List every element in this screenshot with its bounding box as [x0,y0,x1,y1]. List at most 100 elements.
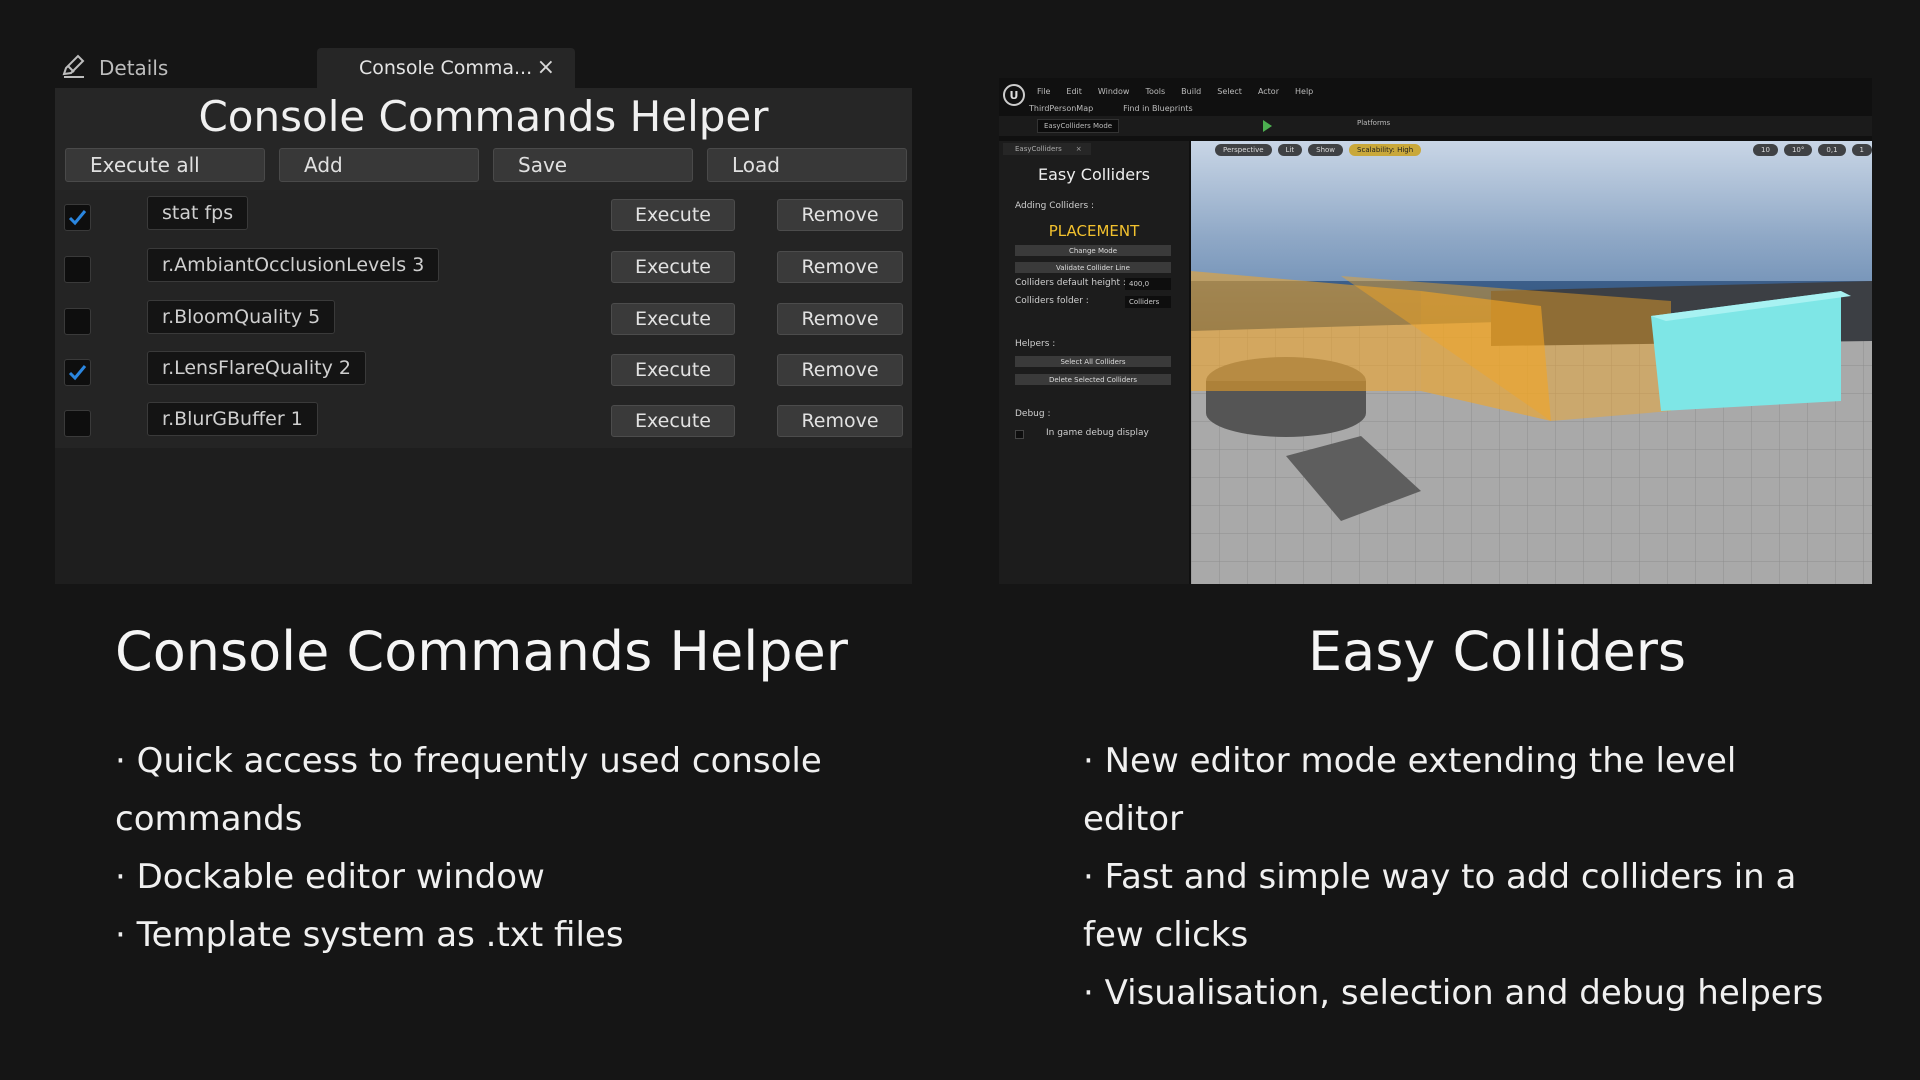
platforms-button[interactable]: Platforms [1357,119,1390,127]
scalability-badge[interactable]: Scalability: High [1349,144,1422,156]
right-bullets: · New editor mode extending the level ed… [1083,732,1843,1022]
mode-status: PLACEMENT [1048,222,1140,240]
console-commands-helper-window: Details Console Comma... × Console Comma… [55,48,912,584]
execute-button[interactable]: Execute [611,405,735,437]
panel-header: Console Commands Helper Execute all Add … [55,88,912,190]
level-viewport[interactable]: Perspective Lit Show Scalability: High 1… [1191,141,1872,584]
menu-tools[interactable]: Tools [1145,87,1165,96]
tab-find-in-blueprints[interactable]: Find in Blueprints [1123,104,1192,113]
panel-title: Easy Colliders [1037,165,1150,184]
load-button[interactable]: Load [707,148,907,182]
tab-easy-colliders[interactable]: EasyColliders × [1003,143,1091,155]
command-field[interactable]: r.BlurGBuffer 1 [147,402,318,436]
viewport-scene [1191,141,1872,584]
close-icon[interactable]: × [1076,145,1082,153]
command-row: stat fps Execute Remove [55,190,912,242]
ingame-debug-label: In game debug display [1046,428,1149,438]
command-field[interactable]: r.BloomQuality 5 [147,300,336,334]
mode-select[interactable]: EasyColliders Mode [1037,119,1120,133]
default-height-label: Colliders default height : [1015,278,1126,288]
command-field[interactable]: r.LensFlareQuality 2 [147,351,366,385]
right-caption-title: Easy Colliders [1308,620,1687,683]
command-field[interactable]: r.AmbiantOcclusionLevels 3 [147,248,440,282]
command-field[interactable]: stat fps [147,196,249,230]
menu-actor[interactable]: Actor [1258,87,1279,96]
execute-all-button[interactable]: Execute all [65,148,265,182]
remove-button[interactable]: Remove [777,251,903,283]
command-row: r.LensFlareQuality 2 Execute Remove [55,345,912,397]
menu-build[interactable]: Build [1181,87,1201,96]
adding-colliders-label: Adding Colliders : [1015,201,1095,211]
camera-speed-button[interactable]: 1 [1851,144,1872,156]
left-caption-title: Console Commands Helper [115,620,848,683]
main-toolbar: EasyColliders Mode Platforms [999,116,1872,136]
left-bullets: · Quick access to frequently used consol… [115,732,835,964]
debug-label: Debug : [1015,409,1051,419]
debug-checkbox[interactable] [1015,430,1024,439]
validate-collider-line-button[interactable]: Validate Collider Line [1015,262,1171,273]
execute-button[interactable]: Execute [611,303,735,335]
remove-button[interactable]: Remove [777,199,903,231]
tab-details[interactable]: Details [61,48,168,88]
tab-third-person-map[interactable]: ThirdPersonMap [1029,104,1093,113]
select-all-colliders-button[interactable]: Select All Colliders [1015,356,1171,367]
colliders-folder-input[interactable]: Colliders [1125,296,1171,308]
enable-checkbox[interactable] [64,308,91,335]
execute-button[interactable]: Execute [611,354,735,386]
enable-checkbox[interactable] [64,256,91,283]
bullet-item: · Quick access to frequently used consol… [115,741,822,839]
enable-checkbox[interactable] [64,359,91,386]
enable-checkbox[interactable] [64,204,91,231]
tab-bar: Details Console Comma... × [55,48,912,88]
perspective-button[interactable]: Perspective [1215,144,1272,156]
colliders-folder-label: Colliders folder : [1015,296,1089,306]
tab-console-commands[interactable]: Console Comma... × [317,48,575,88]
command-row: r.BloomQuality 5 Execute Remove [55,294,912,346]
command-row: r.AmbiantOcclusionLevels 3 Execute Remov… [55,242,912,294]
bullet-item: · Visualisation, selection and debug hel… [1083,973,1824,1013]
execute-button[interactable]: Execute [611,251,735,283]
default-height-input[interactable]: 400,0 [1125,278,1171,290]
enable-checkbox[interactable] [64,410,91,437]
menu-file[interactable]: File [1037,87,1050,96]
checkmark-icon [68,365,87,381]
bullet-item: · Fast and simple way to add colliders i… [1083,857,1797,955]
command-list: stat fps Execute Remove r.AmbiantOcclusi… [55,190,912,448]
show-button[interactable]: Show [1308,144,1344,156]
remove-button[interactable]: Remove [777,354,903,386]
menu-select[interactable]: Select [1217,87,1242,96]
menu-edit[interactable]: Edit [1066,87,1082,96]
unreal-editor-screenshot: U File Edit Window Tools Build Select Ac… [999,78,1872,584]
bullet-item: · New editor mode extending the level ed… [1083,741,1737,839]
change-mode-button[interactable]: Change Mode [1015,245,1171,256]
checkmark-icon [68,210,87,226]
grid-snap-button[interactable]: 10 [1753,144,1778,156]
menu-window[interactable]: Window [1098,87,1130,96]
tab-easy-colliders-label: EasyColliders [1015,145,1062,153]
scale-snap-button[interactable]: 0,1 [1818,144,1846,156]
lit-button[interactable]: Lit [1277,144,1303,156]
add-button[interactable]: Add [279,148,479,182]
save-button[interactable]: Save [493,148,693,182]
sky [1191,141,1872,301]
tab-console-commands-label: Console Comma... [359,57,533,79]
remove-button[interactable]: Remove [777,405,903,437]
command-row: r.BlurGBuffer 1 Execute Remove [55,396,912,448]
page-title: Console Commands Helper [198,92,769,141]
play-icon[interactable] [1263,120,1272,132]
menu-help[interactable]: Help [1295,87,1313,96]
bullet-item: · Dockable editor window [115,857,545,897]
viewport-toolbar: Perspective Lit Show Scalability: High 1… [1191,141,1872,159]
remove-button[interactable]: Remove [777,303,903,335]
easy-colliders-panel: EasyColliders × Easy Colliders Adding Co… [999,141,1189,584]
tab-details-label: Details [99,56,169,80]
execute-button[interactable]: Execute [611,199,735,231]
delete-selected-colliders-button[interactable]: Delete Selected Colliders [1015,374,1171,385]
close-icon[interactable]: × [537,57,555,79]
helpers-label: Helpers : [1015,339,1056,349]
bullet-item: · Template system as .txt files [115,915,624,955]
helper-panel: Console Commands Helper Execute all Add … [55,88,912,584]
details-pencil-icon [61,53,87,84]
map-tabs: ThirdPersonMap Find in Blueprints [1029,100,1193,116]
angle-snap-button[interactable]: 10° [1783,144,1813,156]
